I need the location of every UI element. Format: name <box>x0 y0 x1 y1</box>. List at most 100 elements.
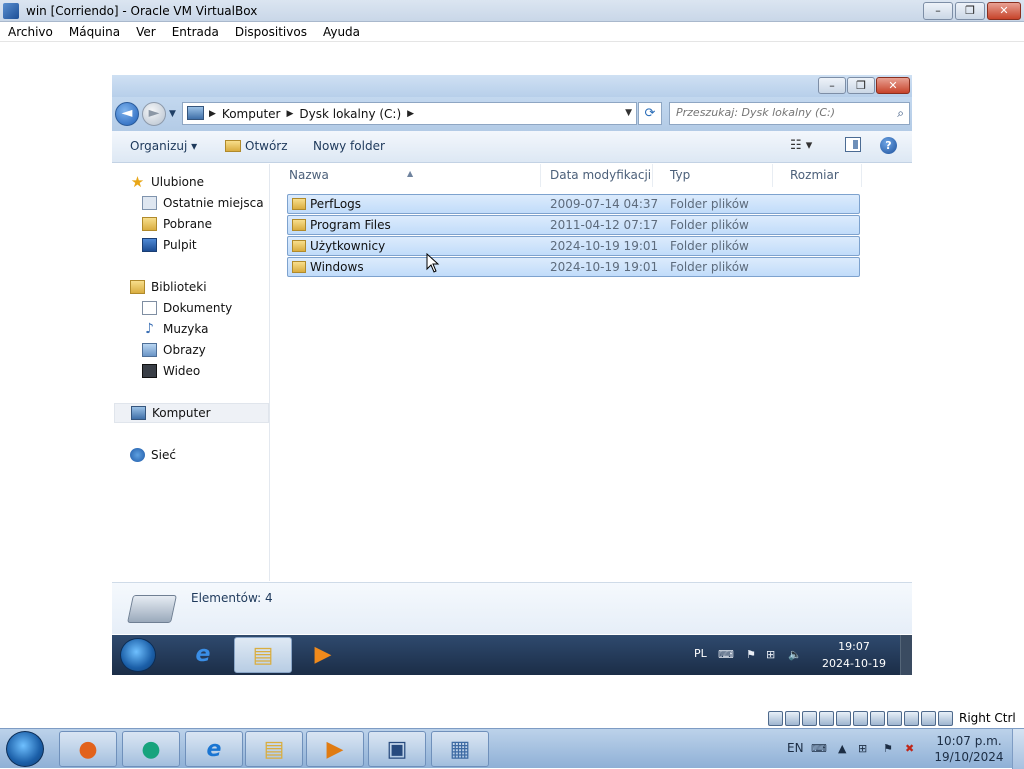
menu-entrada[interactable]: Entrada <box>164 22 227 41</box>
explorer-close-button[interactable]: ✕ <box>876 77 910 94</box>
taskbar-media-player[interactable]: ▶ <box>306 731 364 767</box>
taskbar-file-explorer[interactable]: ▤ <box>234 637 292 673</box>
column-header-type[interactable]: Typ <box>652 164 773 187</box>
display-icon[interactable] <box>870 710 885 726</box>
back-button[interactable]: ◄ <box>115 102 139 126</box>
open-button[interactable]: Otwórz <box>225 139 288 153</box>
videos-icon <box>142 364 157 378</box>
host-start-button[interactable] <box>6 731 44 767</box>
file-row-perflogs[interactable]: PerfLogs 2009-07-14 04:37 Folder plików <box>287 194 860 214</box>
nav-pictures[interactable]: Obrazy <box>142 340 206 360</box>
virtualbox-icon: ▣ <box>386 737 408 762</box>
file-name: Użytkownicy <box>310 239 386 253</box>
volume-icon[interactable]: 🔈 <box>788 648 802 661</box>
address-dropdown-icon[interactable]: ▼ <box>625 108 632 118</box>
breadcrumb-separator[interactable]: ▶ <box>209 109 216 119</box>
host-close-button[interactable]: ✕ <box>987 2 1021 20</box>
nav-music[interactable]: ♪ Muzyka <box>142 319 208 339</box>
nav-documents[interactable]: Dokumenty <box>142 298 232 318</box>
menu-ver[interactable]: Ver <box>128 22 164 41</box>
video-capture-icon[interactable] <box>887 710 902 726</box>
start-button[interactable] <box>120 638 156 672</box>
column-header-date[interactable]: Data modyfikacji <box>532 164 653 187</box>
usb-icon[interactable] <box>836 710 851 726</box>
host-clock-time[interactable]: 10:07 p.m. <box>930 734 1008 748</box>
menu-maquina[interactable]: Máquina <box>61 22 128 41</box>
show-hidden-icons[interactable]: ▲ <box>838 742 846 755</box>
nav-computer[interactable]: Komputer <box>114 403 269 423</box>
column-header-name[interactable]: Nazwa ▲ <box>271 164 541 187</box>
cpu-icon[interactable] <box>904 710 919 726</box>
breadcrumb-separator[interactable]: ▶ <box>286 109 293 119</box>
local-disk-icon <box>127 595 177 623</box>
search-icon[interactable]: ⌕ <box>897 106 904 121</box>
taskbar-internet-explorer[interactable]: e <box>174 637 232 673</box>
taskbar-internet-explorer[interactable]: e <box>185 731 243 767</box>
help-icon[interactable]: ? <box>880 137 897 154</box>
breadcrumb-komputer[interactable]: Komputer <box>222 107 281 121</box>
taskbar-file-explorer[interactable]: ▤ <box>245 731 303 767</box>
show-desktop-button[interactable] <box>900 635 912 675</box>
keyboard-icon[interactable]: ⌨ <box>718 648 734 661</box>
search-box[interactable]: ⌕ <box>669 102 910 125</box>
volume-muted-icon[interactable]: ✖ <box>905 742 914 755</box>
audio-icon[interactable] <box>802 710 817 726</box>
change-view-button[interactable]: ☷ ▾ <box>790 138 812 153</box>
taskbar-firefox[interactable]: ● <box>59 731 117 767</box>
flag-icon[interactable]: ⚑ <box>883 742 893 755</box>
menu-dispositivos[interactable]: Dispositivos <box>227 22 315 41</box>
explorer-restore-button[interactable]: ❐ <box>847 77 875 94</box>
search-input[interactable] <box>676 106 886 119</box>
nav-network[interactable]: Sieć <box>130 445 176 465</box>
host-show-desktop-button[interactable] <box>1012 729 1024 769</box>
preview-pane-icon[interactable] <box>845 137 861 152</box>
nav-desktop[interactable]: Pulpit <box>142 235 197 255</box>
file-row-windows[interactable]: Windows 2024-10-19 19:01 Folder plików <box>287 257 860 277</box>
host-clock-date[interactable]: 19/10/2024 <box>930 750 1008 764</box>
host-minimize-button[interactable]: – <box>923 2 953 20</box>
shared-folders-icon[interactable] <box>853 710 868 726</box>
nav-downloads[interactable]: Pobrane <box>142 214 212 234</box>
menu-ayuda[interactable]: Ayuda <box>315 22 368 41</box>
hard-disk-icon[interactable] <box>768 710 783 726</box>
file-row-uzytkownicy[interactable]: Użytkownicy 2024-10-19 19:01 Folder plik… <box>287 236 860 256</box>
breadcrumb-separator[interactable]: ▶ <box>407 109 414 119</box>
flag-icon[interactable]: ⚑ <box>746 648 756 661</box>
new-folder-button[interactable]: Nowy folder <box>313 139 385 153</box>
column-header-size[interactable]: Rozmiar <box>772 164 862 187</box>
folder-icon: ▤ <box>263 737 285 762</box>
nav-item-label: Pulpit <box>163 238 197 252</box>
breadcrumb-local-disk[interactable]: Dysk lokalny (C:) <box>299 107 401 121</box>
host-restore-button[interactable]: ❐ <box>955 2 985 20</box>
optical-drive-icon[interactable] <box>785 710 800 726</box>
taskbar-media-player[interactable]: ▶ <box>294 637 352 673</box>
taskbar-vm-window[interactable]: ▦ <box>431 731 489 767</box>
taskbar-virtualbox[interactable]: ▣ <box>368 731 426 767</box>
nav-libraries[interactable]: Biblioteki <box>130 277 207 297</box>
forward-button[interactable]: ► <box>142 102 166 126</box>
minimize-icon: – <box>935 4 941 17</box>
refresh-button[interactable]: ⟳ <box>638 102 662 125</box>
file-type: Folder plików <box>670 218 749 232</box>
network-icon[interactable]: ⊞ <box>858 742 867 755</box>
taskbar-vpn-app[interactable]: ● <box>122 731 180 767</box>
network-icon[interactable]: ⊞ <box>766 648 775 661</box>
keyboard-icon[interactable]: ⌨ <box>811 742 827 755</box>
explorer-minimize-button[interactable]: – <box>818 77 846 94</box>
keyboard-capture-icon[interactable] <box>938 710 953 726</box>
mouse-integration-icon[interactable] <box>921 710 936 726</box>
menu-archivo[interactable]: Archivo <box>0 22 61 41</box>
clock-date[interactable]: 2024-10-19 <box>820 657 888 670</box>
recent-pages-dropdown[interactable]: ▼ <box>169 109 176 119</box>
file-row-program-files[interactable]: Program Files 2011-04-12 07:17 Folder pl… <box>287 215 860 235</box>
language-indicator[interactable]: EN <box>787 741 804 755</box>
language-indicator[interactable]: PL <box>694 647 707 660</box>
nav-videos[interactable]: Wideo <box>142 361 200 381</box>
file-date: 2024-10-19 19:01 <box>550 260 659 274</box>
organize-button[interactable]: Organizuj ▾ <box>130 139 197 153</box>
clock-time[interactable]: 19:07 <box>820 640 888 653</box>
address-bar[interactable]: ▶ Komputer ▶ Dysk lokalny (C:) ▶ ▼ <box>182 102 637 125</box>
nav-recent-places[interactable]: Ostatnie miejsca <box>142 193 264 213</box>
network-adapter-icon[interactable] <box>819 710 834 726</box>
nav-favorites[interactable]: ★ Ulubione <box>130 172 204 192</box>
